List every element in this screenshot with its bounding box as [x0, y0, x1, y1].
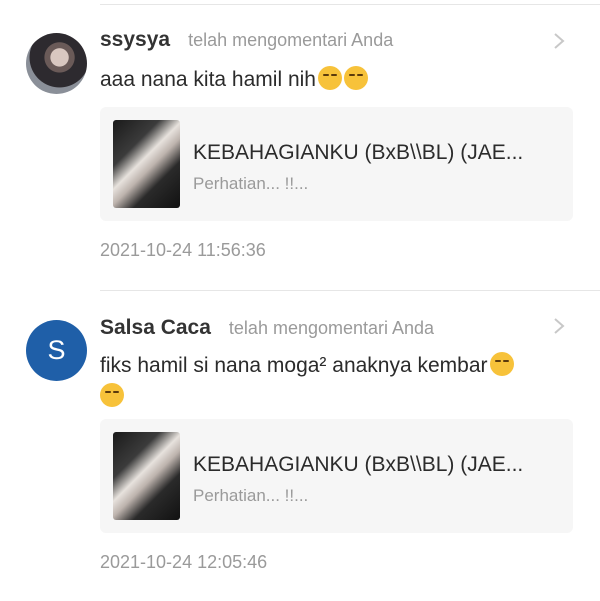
notification-item[interactable]: S Salsa Caca telah mengomentari Anda fik… [0, 316, 600, 586]
story-title: KEBAHAGIANKU (BxB\\BL) (JAE... [193, 453, 524, 476]
notification-header: Salsa Caca telah mengomentari Anda [100, 316, 434, 350]
yum-face-icon [343, 66, 368, 90]
comment-text: aaa nana kita hamil nih [100, 64, 570, 95]
notification-item[interactable]: ssysya telah mengomentari Anda aaa nana … [0, 28, 600, 268]
comment-text: fiks hamil si nana moga² anaknya kembar [100, 350, 570, 412]
story-title: KEBAHAGIANKU (BxB\\BL) (JAE... [193, 141, 524, 164]
story-cover-image [113, 120, 180, 208]
hand-over-mouth-face-icon [100, 383, 124, 407]
action-text: telah mengomentari Anda [228, 318, 435, 338]
notification-divider [100, 290, 600, 291]
avatar[interactable]: S [26, 320, 87, 381]
relieved-face-icon [317, 66, 342, 90]
chevron-right-icon[interactable] [549, 316, 569, 336]
avatar[interactable] [26, 33, 87, 94]
action-text: telah mengomentari Anda [188, 30, 394, 50]
timestamp: 2021-10-24 11:56:36 [100, 240, 266, 260]
story-excerpt: Perhatian... !!... [193, 486, 309, 505]
story-excerpt: Perhatian... !!... [193, 174, 309, 193]
story-card[interactable]: KEBAHAGIANKU (BxB\\BL) (JAE... Perhatian… [100, 419, 573, 533]
timestamp: 2021-10-24 12:05:46 [100, 552, 268, 572]
story-cover-image [113, 432, 180, 520]
notification-header: ssysya telah mengomentari Anda [100, 28, 393, 62]
hand-over-mouth-face-icon [489, 352, 514, 376]
user-name[interactable]: Salsa Caca [100, 316, 211, 340]
story-card[interactable]: KEBAHAGIANKU (BxB\\BL) (JAE... Perhatian… [100, 107, 573, 221]
chevron-right-icon[interactable] [549, 31, 569, 51]
user-name[interactable]: ssysya [100, 28, 170, 52]
top-divider [100, 4, 600, 5]
